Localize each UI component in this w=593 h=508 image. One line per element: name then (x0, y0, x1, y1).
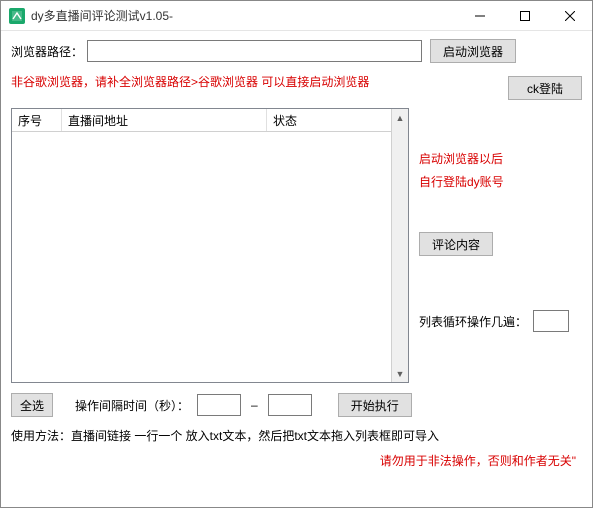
comment-content-button[interactable]: 评论内容 (419, 232, 493, 256)
table-header: 序号 直播间地址 状态 (12, 109, 408, 132)
browser-path-label: 浏览器路径： (11, 43, 83, 60)
app-icon (9, 8, 25, 24)
select-all-button[interactable]: 全选 (11, 393, 53, 417)
scroll-down-icon[interactable]: ▼ (392, 365, 408, 382)
hint-after-launch: 启动浏览器以后 (419, 150, 503, 167)
loop-count-input[interactable] (533, 310, 569, 332)
column-seq[interactable]: 序号 (12, 109, 62, 131)
column-status[interactable]: 状态 (267, 109, 408, 131)
hint-self-login: 自行登陆dy账号 (419, 173, 504, 190)
interval-min-input[interactable] (197, 394, 241, 416)
column-url[interactable]: 直播间地址 (62, 109, 267, 131)
maximize-button[interactable] (502, 1, 547, 30)
interval-label: 操作间隔时间（秒）： (75, 397, 189, 414)
ck-login-button[interactable]: ck登陆 (508, 76, 582, 100)
scroll-track[interactable] (392, 126, 408, 365)
loop-count-label: 列表循环操作几遍： (419, 313, 527, 330)
browser-path-input[interactable] (87, 40, 422, 62)
close-button[interactable] (547, 1, 592, 30)
interval-max-input[interactable] (268, 394, 312, 416)
warning-text: 请勿用于非法操作，否则和作者无关" (11, 452, 582, 469)
launch-browser-button[interactable]: 启动浏览器 (430, 39, 516, 63)
window-controls (457, 1, 592, 30)
table-scrollbar[interactable]: ▲ ▼ (391, 109, 408, 382)
window-title: dy多直播间评论测试v1.05- (31, 7, 457, 24)
interval-dash: – (249, 398, 260, 412)
usage-text: 使用方法：直播间链接 一行一个 放入txt文本，然后把txt文本拖入列表框即可导… (11, 427, 582, 444)
minimize-button[interactable] (457, 1, 502, 30)
scroll-up-icon[interactable]: ▲ (392, 109, 408, 126)
room-table[interactable]: 序号 直播间地址 状态 ▲ ▼ (11, 108, 409, 383)
start-button[interactable]: 开始执行 (338, 393, 412, 417)
titlebar: dy多直播间评论测试v1.05- (1, 1, 592, 31)
